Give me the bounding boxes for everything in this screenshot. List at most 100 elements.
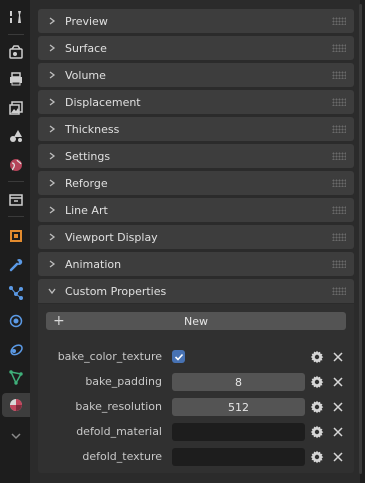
panel-title: Preview	[65, 14, 108, 28]
defold-material-field[interactable]	[172, 423, 305, 441]
chevron-right-icon	[47, 178, 57, 188]
object-icon	[10, 230, 22, 242]
remove-property-button[interactable]	[331, 350, 345, 364]
tab-output[interactable]	[4, 67, 28, 91]
scene-icon	[10, 130, 22, 142]
tab-collection[interactable]	[4, 188, 28, 212]
remove-property-button[interactable]	[331, 425, 345, 439]
panel-header-volume[interactable]: Volume	[38, 63, 354, 87]
drag-handle-icon[interactable]	[332, 287, 346, 295]
close-icon	[333, 352, 343, 362]
edit-property-button[interactable]	[309, 449, 325, 465]
drag-handle-icon[interactable]	[332, 179, 346, 187]
drag-handle-icon[interactable]	[332, 206, 346, 214]
drag-handle-icon[interactable]	[332, 71, 346, 79]
panel-header-custom-properties[interactable]: Custom Properties	[38, 279, 354, 303]
expand-chevron-icon	[11, 433, 21, 440]
bake-padding-field[interactable]: 8	[172, 373, 305, 391]
panel-title: Displacement	[65, 95, 141, 109]
bake-resolution-field[interactable]: 512	[172, 398, 305, 416]
panel-title: Line Art	[65, 203, 108, 217]
panel-header-settings[interactable]: Settings	[38, 144, 354, 168]
tab-separator	[8, 34, 24, 35]
panel-header-reforge[interactable]: Reforge	[38, 171, 354, 195]
panel-header-preview[interactable]: Preview	[38, 9, 354, 33]
defold-texture-field[interactable]	[172, 448, 305, 466]
drag-handle-icon[interactable]	[332, 125, 346, 133]
gear-icon	[310, 375, 324, 389]
tab-world[interactable]	[4, 153, 28, 177]
property-row: bake_color_texture	[38, 347, 354, 367]
drag-handle-icon[interactable]	[332, 98, 346, 106]
tab-separator	[8, 216, 24, 217]
close-icon	[333, 377, 343, 387]
drag-handle-icon[interactable]	[332, 17, 346, 25]
tab-scene[interactable]	[4, 124, 28, 148]
chevron-right-icon	[47, 43, 57, 53]
material-properties-area: Preview Surface Volume Displacement Thic…	[30, 0, 360, 483]
new-button-label: New	[184, 314, 208, 328]
panel-title: Viewport Display	[65, 230, 158, 244]
remove-property-button[interactable]	[331, 450, 345, 464]
close-icon	[333, 452, 343, 462]
chevron-right-icon	[47, 259, 57, 269]
property-name: defold_material	[76, 425, 162, 438]
panel-header-viewport-display[interactable]: Viewport Display	[38, 225, 354, 249]
scrollbar[interactable]	[359, 4, 362, 474]
tab-modifiers[interactable]	[4, 253, 28, 277]
edit-property-button[interactable]	[309, 424, 325, 440]
tab-data[interactable]	[4, 365, 28, 389]
properties-editor: Preview Surface Volume Displacement Thic…	[0, 0, 365, 483]
tab-separator	[8, 181, 24, 182]
chevron-right-icon	[47, 97, 57, 107]
tool-icon	[10, 11, 21, 23]
modifier-wrench-icon	[9, 259, 23, 272]
chevron-right-icon	[47, 70, 57, 80]
drag-handle-icon[interactable]	[332, 44, 346, 52]
property-row: defold_material	[38, 422, 354, 442]
drag-handle-icon[interactable]	[332, 233, 346, 241]
remove-property-button[interactable]	[331, 400, 345, 414]
gear-icon	[310, 450, 324, 464]
panel-header-thickness[interactable]: Thickness	[38, 117, 354, 141]
property-name: bake_resolution	[75, 400, 162, 413]
chevron-right-icon	[47, 16, 57, 26]
panel-header-displacement[interactable]: Displacement	[38, 90, 354, 114]
world-icon	[10, 159, 22, 171]
gear-icon	[310, 425, 324, 439]
edit-property-button[interactable]	[309, 349, 325, 365]
output-icon	[10, 72, 22, 86]
panel-header-surface[interactable]: Surface	[38, 36, 354, 60]
edit-property-button[interactable]	[309, 374, 325, 390]
custom-properties-body: + New bake_color_texture bake_padding 8	[38, 304, 354, 473]
view-layer-icon	[9, 101, 23, 115]
panel-header-animation[interactable]: Animation	[38, 252, 354, 276]
properties-tab-bar	[0, 0, 30, 483]
panel-title: Animation	[65, 257, 122, 271]
tab-view-layer[interactable]	[4, 96, 28, 120]
remove-property-button[interactable]	[331, 375, 345, 389]
gear-icon	[310, 350, 324, 364]
panel-header-line-art[interactable]: Line Art	[38, 198, 354, 222]
panel-title: Thickness	[65, 122, 120, 136]
new-property-button[interactable]: + New	[46, 312, 346, 330]
bake-color-texture-checkbox[interactable]	[172, 350, 185, 363]
tab-physics[interactable]	[4, 309, 28, 333]
physics-icon	[9, 314, 23, 328]
checkmark-icon	[174, 353, 183, 361]
tab-object[interactable]	[4, 224, 28, 248]
chevron-right-icon	[47, 232, 57, 242]
property-name: bake_padding	[85, 375, 162, 388]
chevron-right-icon	[47, 205, 57, 215]
edit-property-button[interactable]	[309, 399, 325, 415]
tab-bar-expand[interactable]	[4, 424, 28, 448]
drag-handle-icon[interactable]	[332, 260, 346, 268]
drag-handle-icon[interactable]	[332, 152, 346, 160]
tab-constraints[interactable]	[4, 337, 28, 361]
tab-particles[interactable]	[4, 281, 28, 305]
render-icon	[9, 45, 23, 59]
tab-render[interactable]	[4, 40, 28, 64]
chevron-right-icon	[47, 151, 57, 161]
tab-tool[interactable]	[4, 5, 28, 29]
tab-material[interactable]	[2, 393, 30, 417]
